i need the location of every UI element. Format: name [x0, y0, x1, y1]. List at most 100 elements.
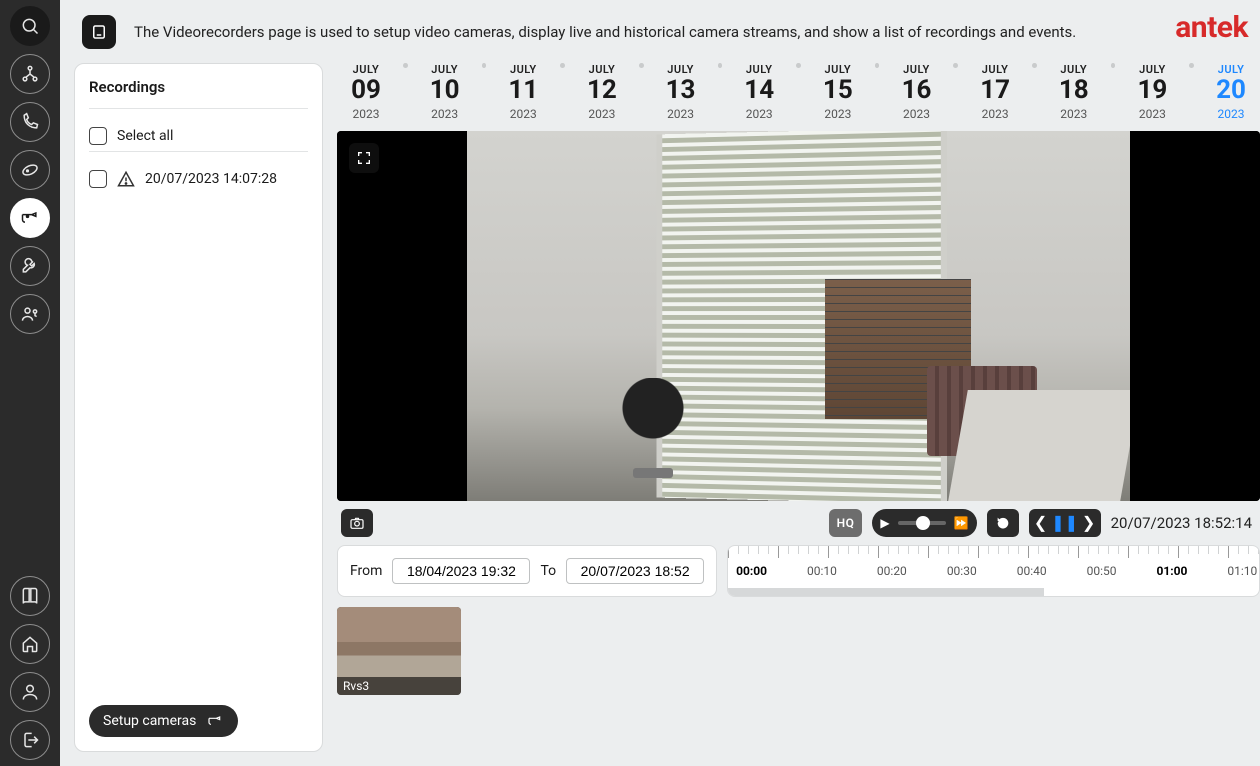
sidebar-item-access[interactable]: [10, 294, 50, 334]
select-all-checkbox[interactable]: [89, 127, 107, 145]
date-item[interactable]: JULY152023: [809, 63, 867, 121]
timeline-tick: 00:50: [1087, 564, 1117, 578]
speed-track[interactable]: [898, 521, 946, 525]
date-item[interactable]: JULY162023: [887, 63, 945, 121]
date-day: 11: [494, 76, 552, 105]
date-year: 2023: [416, 107, 474, 121]
setup-cameras-button[interactable]: Setup cameras: [89, 705, 238, 737]
date-separator-dot: [403, 63, 408, 68]
recording-row[interactable]: 20/07/2023 14:07:28: [89, 164, 308, 194]
date-separator-dot: [1032, 63, 1037, 68]
date-day: 13: [652, 76, 710, 105]
timeline-tick: 01:10: [1227, 564, 1257, 578]
recording-checkbox[interactable]: [89, 170, 107, 188]
speed-slider[interactable]: ▶ ⏩: [872, 509, 976, 537]
date-day: 15: [809, 76, 867, 105]
sidebar-item-logout[interactable]: [10, 720, 50, 760]
setup-cameras-label: Setup cameras: [103, 713, 196, 729]
date-item[interactable]: JULY102023: [416, 63, 474, 121]
chevron-right-icon: ▶: [880, 516, 889, 530]
date-item[interactable]: JULY192023: [1123, 63, 1181, 121]
recordings-panel: Recordings Select all 20/07/2023 14:07:2…: [74, 63, 323, 752]
timeline[interactable]: 00:0000:1000:2000:3000:4000:5001:0001:10…: [727, 545, 1260, 597]
date-day: 09: [337, 76, 395, 105]
brand-logo: antek: [1175, 10, 1248, 45]
date-day: 14: [730, 76, 788, 105]
date-item[interactable]: JULY092023: [337, 63, 395, 121]
date-separator-dot: [482, 63, 487, 68]
date-year: 2023: [1202, 107, 1260, 121]
fullscreen-button[interactable]: [349, 143, 379, 173]
date-separator-dot: [639, 63, 644, 68]
date-year: 2023: [1123, 107, 1181, 121]
sidebar-item-docs[interactable]: [10, 576, 50, 616]
date-year: 2023: [494, 107, 552, 121]
date-year: 2023: [1045, 107, 1103, 121]
speed-knob[interactable]: [916, 516, 930, 530]
prev-frame-button[interactable]: ❮: [1029, 509, 1053, 537]
date-strip[interactable]: JULY092023JULY102023JULY112023JULY122023…: [337, 63, 1260, 125]
reload-button[interactable]: [987, 509, 1019, 537]
playback-controls: HQ ▶ ⏩ ❮ ❚❚ ❯ 20/07/2023 18:52:14: [337, 501, 1260, 545]
date-day: 10: [416, 76, 474, 105]
date-year: 2023: [573, 107, 631, 121]
timeline-tick: 00:00: [736, 564, 767, 578]
camera-thumbnail[interactable]: Rvs3: [337, 607, 461, 695]
date-year: 2023: [887, 107, 945, 121]
date-year: 2023: [809, 107, 867, 121]
video-frame[interactable]: [467, 131, 1130, 501]
date-item[interactable]: JULY142023: [730, 63, 788, 121]
date-day: 12: [573, 76, 631, 105]
current-timestamp: 20/07/2023 18:52:14: [1111, 514, 1252, 532]
sidebar-item-devices[interactable]: [10, 150, 50, 190]
from-label: From: [350, 563, 382, 579]
next-frame-button[interactable]: ❯: [1077, 509, 1101, 537]
date-day: 19: [1123, 76, 1181, 105]
sidebar-item-settings[interactable]: [10, 246, 50, 286]
fast-forward-icon: ⏩: [954, 516, 969, 530]
select-all-label: Select all: [117, 128, 173, 144]
sidebar-item-videorecorders[interactable]: [10, 198, 50, 238]
search-button[interactable]: [10, 6, 50, 46]
date-separator-dot: [796, 63, 801, 68]
divider: [89, 151, 308, 152]
date-item[interactable]: JULY112023: [494, 63, 552, 121]
sidebar-item-phone[interactable]: [10, 102, 50, 142]
pause-button[interactable]: ❚❚: [1053, 509, 1077, 537]
hq-badge[interactable]: HQ: [829, 509, 863, 537]
help-button[interactable]: [82, 15, 116, 49]
date-year: 2023: [966, 107, 1024, 121]
snapshot-button[interactable]: [341, 509, 373, 537]
date-year: 2023: [730, 107, 788, 121]
date-day: 20: [1202, 76, 1260, 105]
date-separator-dot: [560, 63, 565, 68]
timeline-scrollbar[interactable]: [728, 588, 1044, 596]
date-separator-dot: [953, 63, 958, 68]
range-selector: From To: [337, 545, 717, 597]
sidebar-item-network[interactable]: [10, 54, 50, 94]
from-input[interactable]: [392, 558, 530, 584]
sidebar-item-home[interactable]: [10, 624, 50, 664]
sidebar-item-user[interactable]: [10, 672, 50, 712]
date-day: 18: [1045, 76, 1103, 105]
video-letterbox: [337, 131, 467, 501]
date-year: 2023: [652, 107, 710, 121]
to-input[interactable]: [566, 558, 704, 584]
timeline-tick: 00:30: [947, 564, 977, 578]
timeline-tick: 00:40: [1017, 564, 1047, 578]
select-all-row: Select all: [89, 121, 308, 151]
to-label: To: [540, 563, 556, 579]
date-item[interactable]: JULY122023: [573, 63, 631, 121]
date-item[interactable]: JULY182023: [1045, 63, 1103, 121]
recording-label: 20/07/2023 14:07:28: [145, 171, 277, 187]
date-day: 17: [966, 76, 1024, 105]
thumbnail-label: Rvs3: [337, 677, 461, 695]
divider: [89, 108, 308, 109]
page-description: The Videorecorders page is used to setup…: [134, 23, 1157, 41]
date-item[interactable]: JULY172023: [966, 63, 1024, 121]
date-separator-dot: [1189, 63, 1194, 68]
date-separator-dot: [1111, 63, 1116, 68]
date-item[interactable]: JULY132023: [652, 63, 710, 121]
viewer-area: JULY092023JULY102023JULY112023JULY122023…: [337, 63, 1260, 752]
date-item[interactable]: JULY202023: [1202, 63, 1260, 121]
